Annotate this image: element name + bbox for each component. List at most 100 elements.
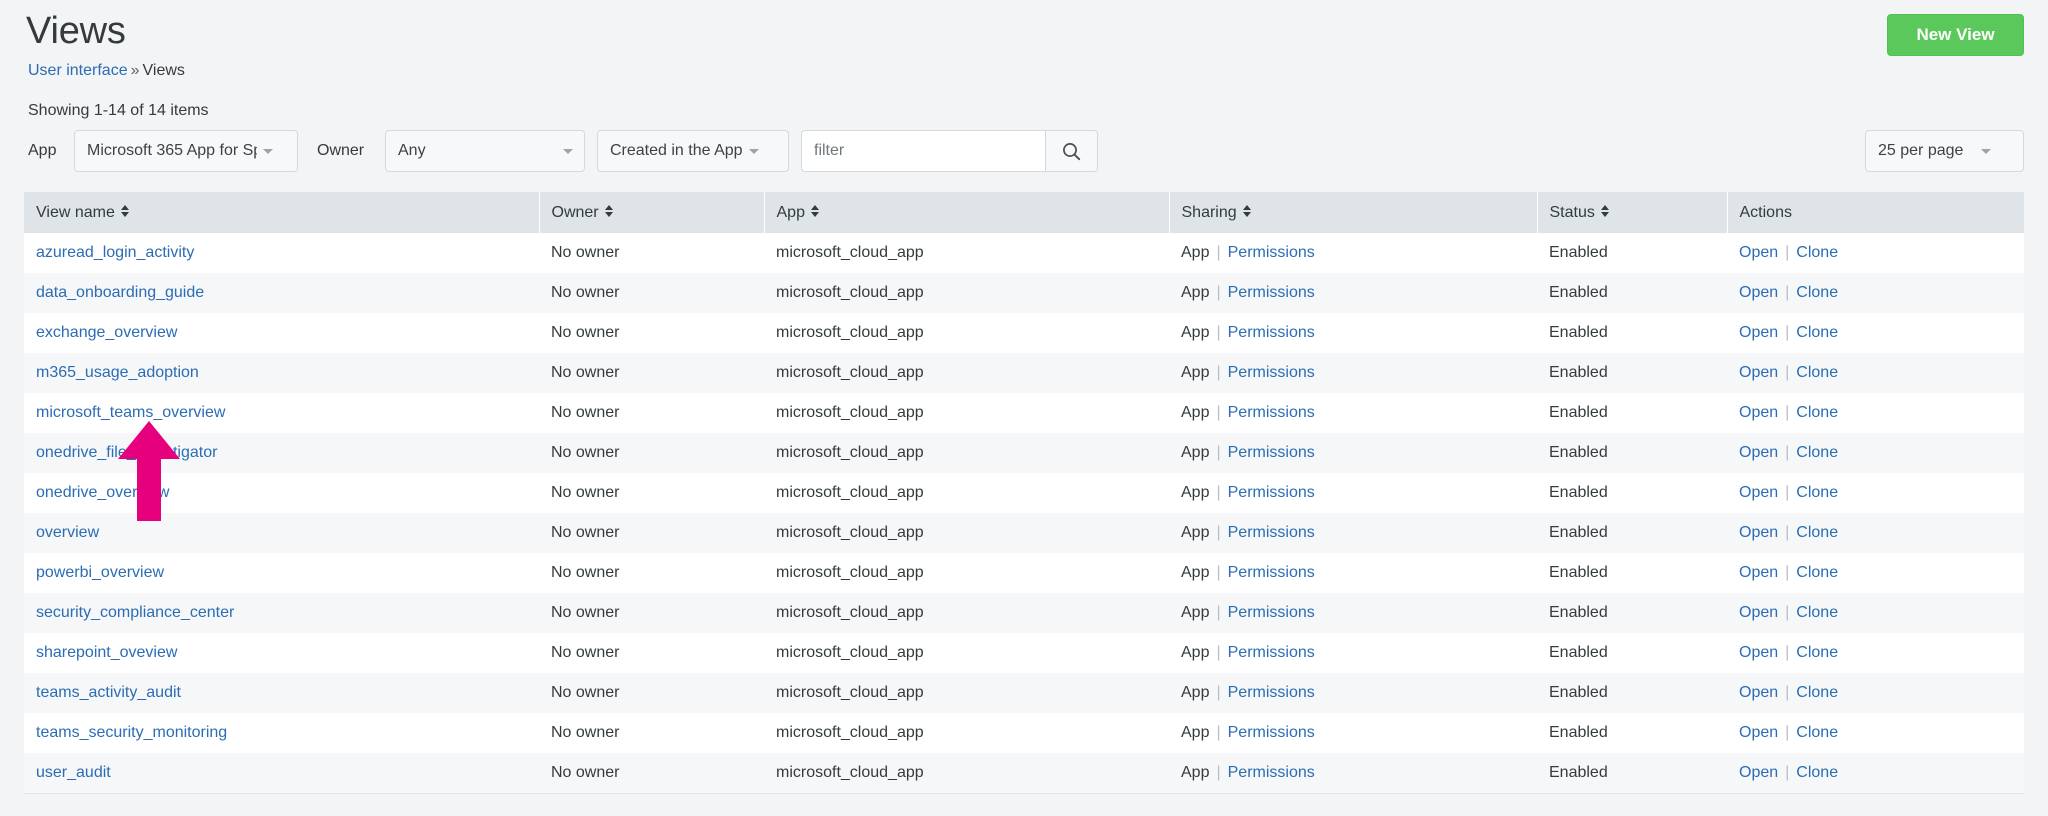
- clone-link[interactable]: Clone: [1796, 244, 1838, 261]
- breadcrumb-link-user-interface[interactable]: User interface: [28, 62, 128, 79]
- separator: |: [1216, 284, 1221, 301]
- separator: |: [1785, 604, 1790, 621]
- open-link[interactable]: Open: [1739, 284, 1778, 301]
- clone-link[interactable]: Clone: [1796, 284, 1838, 301]
- permissions-link[interactable]: Permissions: [1228, 764, 1315, 781]
- view-name-link[interactable]: onedrive_file_investigator: [36, 444, 217, 461]
- clone-link[interactable]: Clone: [1796, 644, 1838, 661]
- view-name-link[interactable]: powerbi_overview: [36, 564, 164, 581]
- view-name-link[interactable]: exchange_overview: [36, 324, 177, 341]
- sort-toggle-icon[interactable]: [811, 204, 820, 217]
- sharing-scope: App: [1181, 484, 1210, 501]
- filter-search-input[interactable]: [801, 130, 1045, 172]
- table-row: user_audit No owner microsoft_cloud_app App…: [24, 753, 2024, 793]
- table-row: exchange_overview No owner microsoft_cloud…: [24, 313, 2024, 353]
- open-link[interactable]: Open: [1739, 564, 1778, 581]
- clone-link[interactable]: Clone: [1796, 484, 1838, 501]
- clone-link[interactable]: Clone: [1796, 764, 1838, 781]
- view-name-link[interactable]: overview: [36, 524, 99, 541]
- open-link[interactable]: Open: [1739, 484, 1778, 501]
- view-name-link[interactable]: data_onboarding_guide: [36, 284, 204, 301]
- cell-owner: No owner: [539, 433, 764, 473]
- clone-link[interactable]: Clone: [1796, 684, 1838, 701]
- sharing-scope: App: [1181, 724, 1210, 741]
- separator: |: [1785, 524, 1790, 541]
- open-link[interactable]: Open: [1739, 524, 1778, 541]
- open-link[interactable]: Open: [1739, 444, 1778, 461]
- clone-link[interactable]: Clone: [1796, 324, 1838, 341]
- permissions-link[interactable]: Permissions: [1228, 364, 1315, 381]
- view-name-link[interactable]: onedrive_overview: [36, 484, 169, 501]
- column-header-sharing[interactable]: Sharing: [1169, 192, 1538, 233]
- clone-link[interactable]: Clone: [1796, 444, 1838, 461]
- view-name-link[interactable]: azuread_login_activity: [36, 244, 194, 261]
- cell-app: microsoft_cloud_app: [764, 513, 1169, 553]
- owner-filter-dropdown[interactable]: Any: [385, 130, 585, 172]
- cell-status: Enabled: [1537, 753, 1727, 793]
- open-link[interactable]: Open: [1739, 244, 1778, 261]
- cell-sharing: App | Permissions: [1169, 353, 1537, 393]
- open-link[interactable]: Open: [1739, 324, 1778, 341]
- permissions-link[interactable]: Permissions: [1228, 604, 1315, 621]
- permissions-link[interactable]: Permissions: [1228, 524, 1315, 541]
- view-name-link[interactable]: microsoft_teams_overview: [36, 404, 225, 421]
- cell-sharing: App | Permissions: [1169, 593, 1537, 633]
- search-button[interactable]: [1045, 130, 1098, 172]
- clone-link[interactable]: Clone: [1796, 404, 1838, 421]
- permissions-link[interactable]: Permissions: [1228, 484, 1315, 501]
- per-page-dropdown[interactable]: 25 per page: [1865, 130, 2024, 172]
- column-label: Sharing: [1181, 203, 1237, 221]
- view-name-link[interactable]: user_audit: [36, 764, 111, 781]
- new-view-button[interactable]: New View: [1887, 14, 2024, 56]
- permissions-link[interactable]: Permissions: [1228, 244, 1315, 261]
- column-header-status[interactable]: Status: [1537, 192, 1728, 233]
- sort-toggle-icon[interactable]: [121, 204, 130, 217]
- permissions-link[interactable]: Permissions: [1228, 444, 1315, 461]
- separator: |: [1785, 564, 1790, 581]
- clone-link[interactable]: Clone: [1796, 604, 1838, 621]
- open-link[interactable]: Open: [1739, 644, 1778, 661]
- sharing-scope: App: [1181, 284, 1210, 301]
- open-link[interactable]: Open: [1739, 684, 1778, 701]
- cell-sharing: App | Permissions: [1169, 513, 1537, 553]
- open-link[interactable]: Open: [1739, 724, 1778, 741]
- sort-toggle-icon[interactable]: [605, 204, 614, 217]
- app-filter-dropdown[interactable]: Microsoft 365 App for Sp: [74, 130, 298, 172]
- column-header-app[interactable]: App: [764, 192, 1170, 233]
- permissions-link[interactable]: Permissions: [1228, 724, 1315, 741]
- table-row: onedrive_overview No owner microsoft_cloud…: [24, 473, 2024, 513]
- open-link[interactable]: Open: [1739, 404, 1778, 421]
- view-name-link[interactable]: sharepoint_oveview: [36, 644, 177, 661]
- view-name-link[interactable]: teams_activity_audit: [36, 684, 181, 701]
- created-in-app-filter-dropdown[interactable]: Created in the App: [597, 130, 789, 172]
- permissions-link[interactable]: Permissions: [1228, 284, 1315, 301]
- column-header-view-name[interactable]: View name: [24, 192, 540, 233]
- open-link[interactable]: Open: [1739, 764, 1778, 781]
- view-name-link[interactable]: teams_security_monitoring: [36, 724, 227, 741]
- clone-link[interactable]: Clone: [1796, 364, 1838, 381]
- separator: |: [1785, 644, 1790, 661]
- permissions-link[interactable]: Permissions: [1228, 564, 1315, 581]
- open-link[interactable]: Open: [1739, 364, 1778, 381]
- open-link[interactable]: Open: [1739, 604, 1778, 621]
- permissions-link[interactable]: Permissions: [1228, 644, 1315, 661]
- view-name-link[interactable]: m365_usage_adoption: [36, 364, 199, 381]
- permissions-link[interactable]: Permissions: [1228, 404, 1315, 421]
- sort-toggle-icon[interactable]: [1243, 204, 1252, 217]
- table-row: teams_activity_audit No owner microsoft_cl…: [24, 673, 2024, 713]
- cell-app: microsoft_cloud_app: [764, 593, 1169, 633]
- per-page-value: 25 per page: [1878, 142, 1964, 159]
- cell-owner: No owner: [539, 393, 764, 433]
- column-header-owner[interactable]: Owner: [539, 192, 765, 233]
- sort-toggle-icon[interactable]: [1601, 204, 1610, 217]
- clone-link[interactable]: Clone: [1796, 524, 1838, 541]
- cell-status: Enabled: [1537, 593, 1727, 633]
- cell-sharing: App | Permissions: [1169, 273, 1537, 313]
- clone-link[interactable]: Clone: [1796, 564, 1838, 581]
- permissions-link[interactable]: Permissions: [1228, 684, 1315, 701]
- cell-sharing: App | Permissions: [1169, 233, 1537, 273]
- clone-link[interactable]: Clone: [1796, 724, 1838, 741]
- permissions-link[interactable]: Permissions: [1228, 324, 1315, 341]
- separator: |: [1216, 724, 1221, 741]
- view-name-link[interactable]: security_compliance_center: [36, 604, 234, 621]
